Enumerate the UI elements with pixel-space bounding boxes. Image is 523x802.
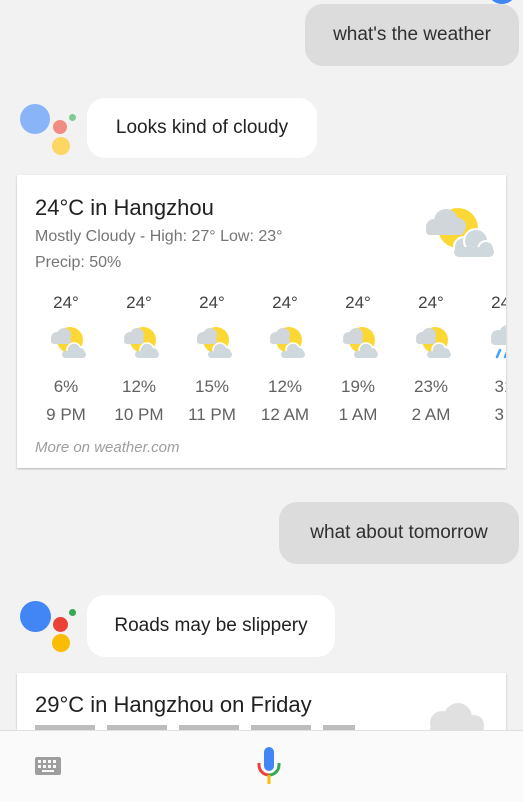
assistant-reply-bubble: Looks kind of cloudy bbox=[87, 98, 317, 158]
partly-cloudy-icon bbox=[343, 327, 378, 358]
keyboard-icon[interactable] bbox=[35, 757, 61, 777]
assistant-logo-icon bbox=[18, 100, 78, 160]
partly-cloudy-icon bbox=[426, 208, 494, 258]
hourly-forecast-item: 24° 12% 12 AM bbox=[260, 293, 310, 424]
partly-cloudy-icon bbox=[51, 327, 86, 358]
tomorrow-weather-title: 29°C in Hangzhou on Friday bbox=[35, 692, 312, 717]
hourly-forecast-item: 24° 31 3 / bbox=[472, 293, 506, 433]
assistant-reply-text: Roads may be slippery bbox=[114, 615, 308, 636]
partly-cloudy-icon bbox=[197, 327, 232, 358]
weather-condition: Mostly Cloudy - High: 27° Low: 23° bbox=[35, 228, 283, 245]
partly-cloudy-icon bbox=[124, 327, 159, 358]
weather-card[interactable]: 24°C in Hangzhou Mostly Cloudy - High: 2… bbox=[17, 175, 506, 468]
assistant-reply-text: Looks kind of cloudy bbox=[115, 117, 289, 138]
user-query-bubble: what's the weather bbox=[305, 4, 519, 66]
microphone-icon[interactable] bbox=[256, 747, 282, 787]
rain-icon bbox=[491, 325, 506, 359]
user-query-bubble: what about tomorrow bbox=[279, 502, 519, 564]
more-on-weather-link[interactable]: More on weather.com bbox=[35, 439, 180, 456]
weather-precip: Precip: 50% bbox=[35, 254, 122, 271]
partly-cloudy-icon bbox=[416, 327, 451, 358]
assistant-logo-icon bbox=[18, 597, 78, 657]
hourly-forecast-item: 24° 15% 11 PM bbox=[188, 293, 236, 424]
user-query-text: what about tomorrow bbox=[310, 522, 488, 543]
weather-title: 24°C in Hangzhou bbox=[35, 195, 214, 220]
hourly-forecast-item: 24° 12% 10 PM bbox=[114, 293, 164, 424]
hourly-forecast-item: 24° 6% 9 PM bbox=[46, 293, 86, 424]
hourly-forecast-item: 24° 19% 1 AM bbox=[338, 293, 378, 424]
input-bar bbox=[0, 730, 523, 802]
partly-cloudy-icon bbox=[270, 327, 305, 358]
assistant-reply-bubble: Roads may be slippery bbox=[87, 595, 335, 657]
hourly-forecast-item: 24° 23% 2 AM bbox=[411, 293, 451, 424]
user-query-text: what's the weather bbox=[333, 24, 491, 45]
